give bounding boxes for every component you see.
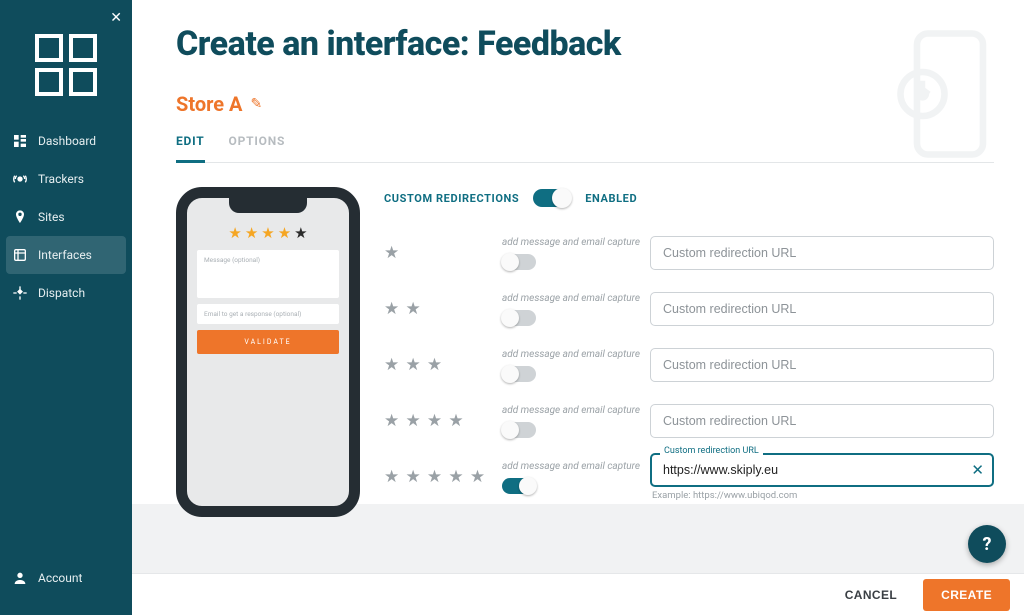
sidebar-item-label: Sites: [38, 210, 65, 224]
pencil-icon[interactable]: ✎: [250, 96, 262, 112]
rating-row-1: ★ add message and email capture: [384, 225, 994, 281]
redirect-url-input-1[interactable]: [650, 236, 994, 270]
sidebar-item-label: Dispatch: [38, 286, 85, 300]
capture-toggle-5[interactable]: [502, 478, 536, 494]
preview-stars: ★★★★★: [197, 224, 339, 242]
custom-redirections-label: CUSTOM REDIRECTIONS: [384, 192, 519, 205]
dispatch-icon: [12, 285, 28, 301]
sidebar-item-label: Account: [38, 571, 82, 585]
capture-hint: add message and email capture: [502, 461, 640, 472]
redirect-url-input-3[interactable]: [650, 348, 994, 382]
rating-rows: ★ add message and email capture ★ ★ add …: [384, 225, 994, 505]
close-icon[interactable]: ✕: [110, 10, 122, 26]
redirect-url-input-2[interactable]: [650, 292, 994, 326]
custom-redirections-toggle[interactable]: [533, 189, 571, 207]
sidebar-item-label: Trackers: [38, 172, 84, 186]
app-logo[interactable]: [35, 34, 97, 96]
page-title: Create an interface: Feedback: [176, 24, 994, 64]
star-icon: ★ ★ ★ ★ ★: [384, 467, 494, 487]
redirect-url-input-5[interactable]: [650, 453, 994, 487]
dashboard-icon: [12, 133, 28, 149]
capture-toggle-4[interactable]: [502, 422, 536, 438]
rating-row-3: ★ ★ ★ add message and email capture: [384, 337, 994, 393]
help-button[interactable]: ?: [968, 525, 1006, 563]
preview-validate-button: VALIDATE: [197, 330, 339, 354]
sidebar-item-trackers[interactable]: Trackers: [0, 160, 132, 198]
capture-toggle-3[interactable]: [502, 366, 536, 382]
url-floating-label: Custom redirection URL: [660, 446, 763, 456]
enabled-label: ENABLED: [585, 192, 637, 205]
sidebar-item-account[interactable]: Account: [0, 559, 132, 597]
main-content: Create an interface: Feedback Store A ✎ …: [132, 0, 1024, 573]
sidebar-item-label: Interfaces: [38, 248, 92, 262]
star-icon: ★ ★ ★: [384, 355, 494, 375]
store-name: Store A: [176, 92, 242, 116]
sidebar-item-dashboard[interactable]: Dashboard: [0, 122, 132, 160]
create-button[interactable]: CREATE: [923, 579, 1010, 611]
sidebar-item-interfaces[interactable]: Interfaces: [6, 236, 126, 274]
trackers-icon: [12, 171, 28, 187]
url-example-text: Example: https://www.ubiqod.com: [652, 490, 994, 501]
capture-toggle-2[interactable]: [502, 310, 536, 326]
interfaces-icon: [12, 247, 28, 263]
capture-hint: add message and email capture: [502, 237, 640, 248]
breadcrumb: Store A ✎: [176, 92, 994, 116]
capture-toggle-1[interactable]: [502, 254, 536, 270]
preview-message-field: Message (optional): [197, 250, 339, 298]
redirect-url-input-4[interactable]: [650, 404, 994, 438]
sidebar-item-dispatch[interactable]: Dispatch: [0, 274, 132, 312]
capture-hint: add message and email capture: [502, 293, 640, 304]
clear-input-icon[interactable]: ✕: [971, 461, 984, 479]
capture-hint: add message and email capture: [502, 405, 640, 416]
tab-edit[interactable]: EDIT: [176, 122, 205, 163]
footer-bar: CANCEL CREATE: [132, 573, 1024, 615]
account-icon: [12, 570, 28, 586]
config-panel: CUSTOM REDIRECTIONS ENABLED ★ add messag…: [384, 185, 994, 517]
device-illustration: [884, 24, 994, 164]
star-icon: ★ ★ ★ ★: [384, 411, 494, 431]
cancel-button[interactable]: CANCEL: [827, 579, 915, 611]
preview-email-field: Email to get a response (optional): [197, 304, 339, 324]
sidebar-item-sites[interactable]: Sites: [0, 198, 132, 236]
capture-hint: add message and email capture: [502, 349, 640, 360]
star-icon: ★: [384, 243, 494, 263]
tab-options[interactable]: OPTIONS: [229, 122, 286, 162]
star-icon: ★ ★: [384, 299, 494, 319]
sidebar-item-label: Dashboard: [38, 134, 96, 148]
rating-row-5: ★ ★ ★ ★ ★ add message and email capture …: [384, 449, 994, 505]
sites-icon: [12, 209, 28, 225]
rating-row-4: ★ ★ ★ ★ add message and email capture: [384, 393, 994, 449]
rating-row-2: ★ ★ add message and email capture: [384, 281, 994, 337]
sidebar: ✕ Dashboard Trackers Sites Interfaces Di…: [0, 0, 132, 615]
phone-preview: ★★★★★ Message (optional) Email to get a …: [176, 185, 360, 517]
tabs: EDIT OPTIONS: [176, 122, 994, 163]
